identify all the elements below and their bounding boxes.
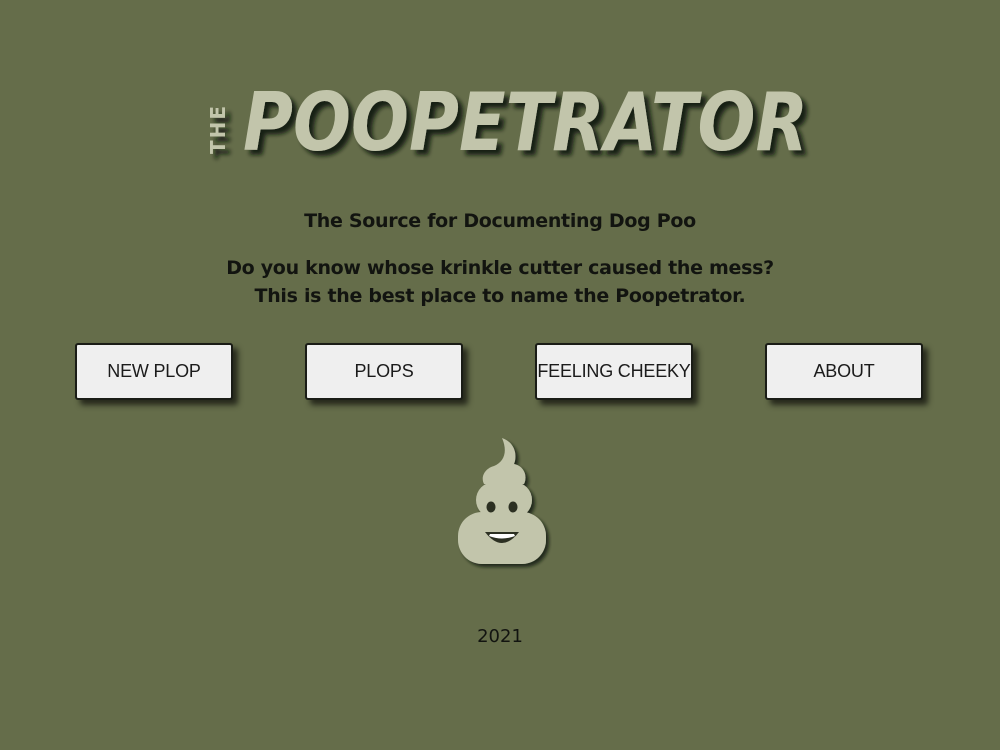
logo-prefix: THE xyxy=(206,104,230,154)
poo-emoji-icon xyxy=(452,432,552,572)
main-nav: NEW PLOP PLOPS FEELING CHEEKY ABOUT xyxy=(0,343,1000,403)
logo-graphic: THE POOPETRATOR xyxy=(206,76,808,169)
intro-line-2: This is the best place to name the Poope… xyxy=(254,285,746,307)
about-button[interactable]: ABOUT xyxy=(765,343,923,400)
plops-button[interactable]: PLOPS xyxy=(305,343,463,400)
intro-line-1: Do you know whose krinkle cutter caused … xyxy=(226,257,774,279)
site-intro: Do you know whose krinkle cutter caused … xyxy=(0,254,1000,310)
site-tagline: The Source for Documenting Dog Poo xyxy=(304,210,696,232)
footer-year: 2021 xyxy=(477,626,523,647)
site-logo: THE POOPETRATOR xyxy=(0,62,1000,172)
new-plop-button[interactable]: NEW PLOP xyxy=(75,343,233,400)
logo-title: POOPETRATOR xyxy=(243,76,808,169)
feeling-cheeky-button[interactable]: FEELING CHEEKY xyxy=(535,343,693,400)
